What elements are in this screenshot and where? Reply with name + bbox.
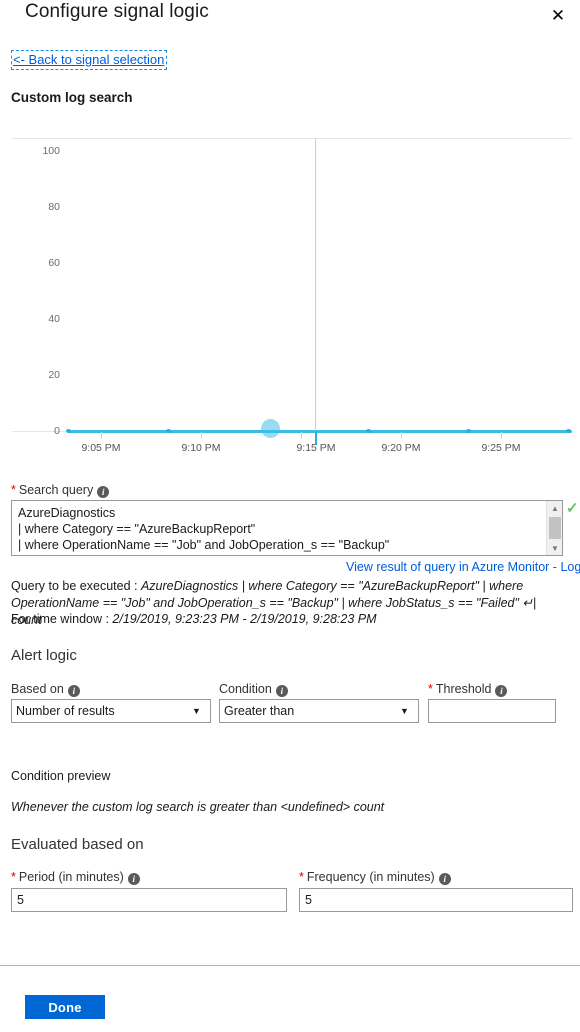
chart-y-axis: 100 80 60 40 20 0 xyxy=(0,138,60,438)
based-on-label: Based oni xyxy=(11,682,80,696)
threshold-label: *Thresholdi xyxy=(428,682,507,696)
blade-header: Configure signal logic ✕ xyxy=(0,0,580,36)
y-tick-label: 0 xyxy=(10,426,60,436)
x-tick-label: 9:15 PM xyxy=(296,442,335,454)
y-tick-label: 100 xyxy=(10,146,60,156)
info-icon[interactable]: i xyxy=(97,486,109,498)
query-time-window: For time window : 2/19/2019, 9:23:23 PM … xyxy=(11,611,557,628)
y-tick-label: 20 xyxy=(10,370,60,380)
y-tick-label: 60 xyxy=(10,258,60,268)
period-label: *Period (in minutes)i xyxy=(11,870,140,884)
required-marker: * xyxy=(11,483,16,497)
signal-name-heading: Custom log search xyxy=(11,90,133,105)
alert-logic-heading: Alert logic xyxy=(11,647,77,664)
chart-series-line xyxy=(68,430,572,433)
threshold-input[interactable] xyxy=(428,699,556,723)
close-icon[interactable]: ✕ xyxy=(542,0,574,30)
footer-divider xyxy=(0,965,580,966)
search-query-text: AzureDiagnostics | where Category == "Az… xyxy=(18,505,538,553)
x-tick-label: 9:05 PM xyxy=(81,442,120,454)
done-button[interactable]: Done xyxy=(25,995,105,1019)
condition-preview-heading: Condition preview xyxy=(11,769,110,783)
chart-data-point[interactable] xyxy=(366,429,371,433)
required-marker: * xyxy=(428,682,433,696)
condition-label: Conditioni xyxy=(219,682,288,696)
chart-plot-area: 100 80 60 40 20 0 9:05 PM 9:10 PM 9:15 P… xyxy=(0,138,580,450)
evaluated-based-on-heading: Evaluated based on xyxy=(11,836,144,853)
x-tick-label: 9:25 PM xyxy=(481,442,520,454)
page-title: Configure signal logic xyxy=(25,1,209,23)
info-icon[interactable]: i xyxy=(68,685,80,697)
frequency-label: *Frequency (in minutes)i xyxy=(299,870,451,884)
scrollbar-thumb[interactable] xyxy=(549,517,561,539)
search-query-input[interactable]: AzureDiagnostics | where Category == "Az… xyxy=(11,500,563,556)
info-icon[interactable]: i xyxy=(495,685,507,697)
chart-crosshair xyxy=(315,138,316,431)
y-tick-label: 40 xyxy=(10,314,60,324)
scroll-up-icon[interactable]: ▲ xyxy=(547,501,563,515)
required-marker: * xyxy=(299,870,304,884)
x-tick-label: 9:10 PM xyxy=(181,442,220,454)
info-icon[interactable]: i xyxy=(439,873,451,885)
search-query-scrollbar[interactable]: ▲ ▼ xyxy=(546,501,562,555)
info-icon[interactable]: i xyxy=(276,685,288,697)
info-icon[interactable]: i xyxy=(128,873,140,885)
signal-preview-chart: 100 80 60 40 20 0 9:05 PM 9:10 PM 9:15 P… xyxy=(0,138,580,298)
back-to-signal-selection-link[interactable]: <- Back to signal selection xyxy=(11,50,167,70)
x-tick-label: 9:20 PM xyxy=(381,442,420,454)
chart-data-point[interactable] xyxy=(166,429,171,433)
chart-data-point[interactable] xyxy=(66,429,71,433)
period-input[interactable] xyxy=(11,888,287,912)
chart-data-point[interactable] xyxy=(566,429,571,433)
query-valid-icon: ✓ xyxy=(566,502,579,516)
required-marker: * xyxy=(11,870,16,884)
search-query-label: *Search queryi xyxy=(11,483,109,497)
chart-top-gridline xyxy=(12,138,572,139)
y-tick-label: 80 xyxy=(10,202,60,212)
scroll-down-icon[interactable]: ▼ xyxy=(547,541,563,555)
based-on-select[interactable]: Number of results xyxy=(11,699,211,723)
frequency-input[interactable] xyxy=(299,888,573,912)
condition-select[interactable]: Greater than xyxy=(219,699,419,723)
query-time-window-value: 2/19/2019, 9:23:23 PM - 2/19/2019, 9:28:… xyxy=(112,612,376,626)
chart-data-point-highlighted[interactable] xyxy=(261,419,280,438)
condition-preview-text: Whenever the custom log search is greate… xyxy=(11,800,384,814)
chart-data-point[interactable] xyxy=(466,429,471,433)
view-result-in-logs-link[interactable]: View result of query in Azure Monitor - … xyxy=(346,560,580,574)
